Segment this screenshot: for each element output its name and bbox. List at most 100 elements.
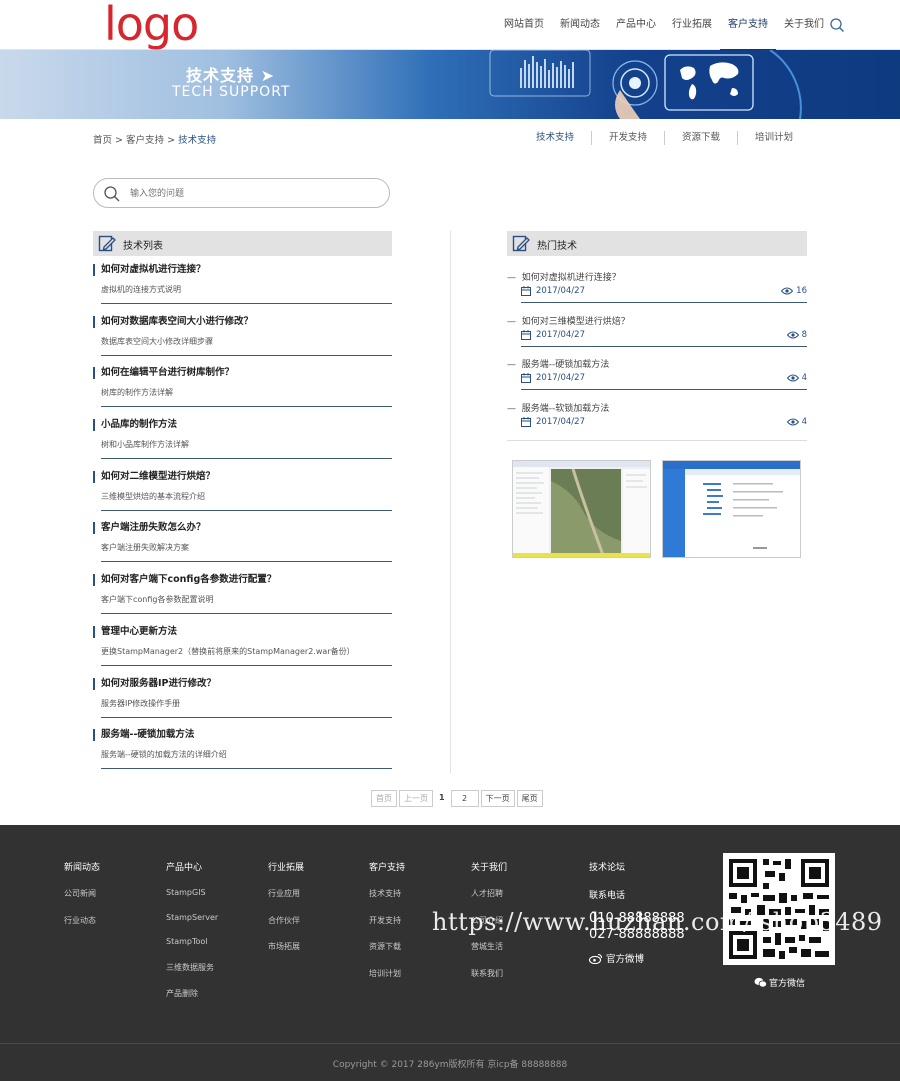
list-item[interactable]: 如何对服务器IP进行修改？ 服务器IP修改操作手册: [93, 676, 392, 728]
footer-weibo-label[interactable]: 官方微博: [606, 951, 644, 965]
footer-heading[interactable]: 关于我们: [471, 860, 507, 873]
list-item-title[interactable]: 如何对服务器IP进行修改？: [93, 677, 216, 690]
nav-item-home[interactable]: 网站首页: [496, 0, 552, 50]
footer-link[interactable]: 营城生活: [471, 941, 507, 952]
hot-item-title-text[interactable]: 如何对三维模型进行烘焙？: [522, 317, 630, 327]
screenshot-gis-image: [513, 461, 650, 557]
footer-link[interactable]: 联系我们: [471, 968, 507, 979]
footer-link[interactable]: 人才招聘: [471, 888, 507, 899]
site-logo[interactable]: logo: [104, 0, 199, 50]
footer-forum-link[interactable]: 技术论坛: [589, 860, 685, 873]
pagination-first[interactable]: 首页: [371, 790, 397, 807]
search-icon[interactable]: [103, 185, 121, 203]
footer-link[interactable]: 合作伙伴: [268, 915, 304, 926]
hot-item[interactable]: — 服务端--软锁加载方法 2017/04/27 4: [507, 401, 807, 445]
software-screenshot-gis[interactable]: [512, 460, 651, 558]
hot-item-title[interactable]: — 如何对虚拟机进行连接？: [507, 270, 621, 283]
footer-wechat-link[interactable]: 官方微信: [754, 976, 805, 989]
hot-item-divider: [521, 389, 807, 390]
list-item-title[interactable]: 如何对二维模型进行烘焙？: [93, 470, 215, 483]
breadcrumb-support[interactable]: 客户支持: [126, 135, 164, 146]
nav-item-support[interactable]: 客户支持: [720, 0, 776, 50]
question-search-input[interactable]: [128, 185, 368, 202]
list-item-title[interactable]: 客户端注册失败怎么办？: [93, 522, 206, 535]
hot-item-date-text: 2017/04/27: [536, 373, 585, 383]
document-edit-icon: [98, 235, 116, 252]
subnav-downloads[interactable]: 资源下载: [665, 131, 739, 145]
list-item-title[interactable]: 如何对虚拟机进行连接？: [93, 264, 206, 276]
hot-item-title-text[interactable]: 服务端--软锁加载方法: [522, 404, 610, 414]
nav-item-about[interactable]: 关于我们: [776, 0, 832, 50]
subnav-training[interactable]: 培训计划: [738, 131, 810, 145]
footer-link[interactable]: 行业动态: [64, 915, 100, 926]
footer-link[interactable]: 产品删除: [166, 988, 218, 999]
hot-item-title[interactable]: — 如何对三维模型进行烘焙？: [507, 314, 630, 327]
footer-link[interactable]: StampGIS: [166, 888, 218, 897]
calendar-icon: [521, 373, 531, 383]
footer-link[interactable]: 市场拓展: [268, 941, 304, 952]
hot-item-title[interactable]: — 服务端--硬锁加载方法: [507, 357, 609, 370]
nav-item-news[interactable]: 新闻动态: [552, 0, 608, 50]
list-item[interactable]: 客户端注册失败怎么办？ 客户端注册失败解决方案: [93, 520, 392, 572]
hot-item[interactable]: — 如何对三维模型进行烘焙？ 2017/04/27 8: [507, 314, 807, 358]
list-item-title[interactable]: 管理中心更新方法: [93, 625, 177, 638]
hot-item[interactable]: — 服务端--硬锁加载方法 2017/04/27 4: [507, 357, 807, 401]
hot-item-date: 2017/04/27: [521, 329, 585, 340]
support-subnav: 技术支持 开发支持 资源下载 培训计划: [519, 131, 810, 145]
footer-link[interactable]: 三维数据服务: [166, 962, 218, 973]
list-item-divider: [101, 303, 392, 304]
footer-link[interactable]: 行业应用: [268, 888, 304, 899]
hot-item-title-text[interactable]: 服务端--硬锁加载方法: [522, 360, 610, 370]
list-item[interactable]: 如何对二维模型进行烘焙？ 三维模型烘焙的基本流程介绍: [93, 469, 392, 521]
breadcrumb-home[interactable]: 首页: [93, 135, 112, 146]
footer-heading[interactable]: 产品中心: [166, 860, 218, 873]
subnav-dev-support[interactable]: 开发支持: [592, 131, 666, 145]
hot-item[interactable]: — 如何对虚拟机进行连接？ 2017/04/27 16: [507, 270, 807, 314]
footer-link[interactable]: StampTool: [166, 937, 218, 946]
pagination-page-2[interactable]: 2: [450, 790, 479, 807]
list-item-title[interactable]: 如何对客户端下config各参数进行配置？: [93, 574, 276, 587]
list-item[interactable]: 管理中心更新方法 更换StampManager2（替换前将原来的StampMana…: [93, 624, 392, 676]
footer-link[interactable]: 开发支持: [369, 915, 405, 926]
pagination-current: 1: [435, 790, 449, 807]
pagination-next[interactable]: 下一页: [480, 790, 515, 807]
nav-item-industry[interactable]: 行业拓展: [664, 0, 720, 50]
list-item-title[interactable]: 如何对数据库表空间大小进行修改？: [93, 315, 253, 328]
search-icon[interactable]: [829, 17, 845, 33]
footer-weibo-link[interactable]: 官方微博: [589, 951, 685, 965]
hot-item-views: 16: [781, 286, 807, 296]
eye-icon: [786, 374, 799, 382]
nav-item-products[interactable]: 产品中心: [608, 0, 664, 50]
footer-link[interactable]: 培训计划: [369, 968, 405, 979]
pagination-prev[interactable]: 上一页: [399, 790, 433, 807]
list-item[interactable]: 小品库的制作方法 树和小品库制作方法详解: [93, 417, 392, 469]
footer-heading[interactable]: 行业拓展: [268, 860, 304, 873]
footer-wechat-label[interactable]: 官方微信: [769, 976, 805, 989]
list-item-title[interactable]: 如何在编辑平台进行树库制作？: [93, 367, 234, 380]
subnav-tech-support[interactable]: 技术支持: [519, 131, 593, 145]
list-item[interactable]: 如何对客户端下config各参数进行配置？ 客户端下config各参数配置说明: [93, 572, 392, 624]
footer-heading[interactable]: 客户支持: [369, 860, 405, 873]
list-item[interactable]: 服务端--硬锁加载方法 服务端--硬锁的加载方法的详细介绍: [93, 727, 392, 779]
hot-item-views-count: 8: [801, 329, 807, 340]
footer-link[interactable]: 技术支持: [369, 888, 405, 899]
hot-item-views-count: 16: [796, 286, 807, 296]
list-item-title[interactable]: 服务端--硬锁加载方法: [93, 729, 194, 742]
hot-item-title[interactable]: — 服务端--软锁加载方法: [507, 401, 609, 414]
software-screenshot-manager[interactable]: [662, 460, 801, 558]
list-item-title[interactable]: 小品库的制作方法: [93, 419, 177, 432]
weibo-icon: [589, 953, 602, 964]
list-item[interactable]: 如何对数据库表空间大小进行修改？ 数据库表空间大小修改详细步骤: [93, 314, 392, 366]
footer-heading[interactable]: 新闻动态: [64, 860, 100, 873]
list-item[interactable]: 如何在编辑平台进行树库制作？ 树库的制作方法详解: [93, 365, 392, 417]
hot-item-title-text[interactable]: 如何对虚拟机进行连接？: [522, 273, 621, 283]
list-item-divider: [101, 664, 392, 666]
tech-list-header: 技术列表: [93, 231, 392, 256]
footer-link[interactable]: StampServer: [166, 913, 218, 922]
pagination-last[interactable]: 尾页: [516, 790, 543, 807]
list-item-divider: [101, 613, 392, 615]
list-item[interactable]: 如何对虚拟机进行连接？ 虚拟机的连接方式说明: [93, 262, 392, 314]
footer-link[interactable]: 资源下载: [369, 941, 405, 952]
footer-link[interactable]: 公司新闻: [64, 888, 100, 899]
breadcrumb-current[interactable]: 技术支持: [178, 135, 216, 146]
